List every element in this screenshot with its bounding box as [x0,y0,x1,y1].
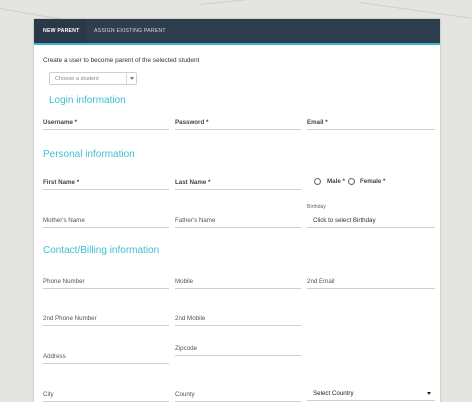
fathers-name-field[interactable]: Father's Name [175,213,301,228]
city-field[interactable]: City [43,387,169,402]
zipcode-label: Zipcode [175,345,198,352]
chevron-down-icon [126,73,136,84]
username-label: Username * [43,119,78,126]
chevron-down-icon [427,392,431,395]
mobile-label: Mobile [175,278,194,285]
username-field[interactable]: Username * [43,115,169,130]
section-title-contact: Contact/Billing information [43,245,160,256]
mothers-name-field[interactable]: Mother's Name [43,213,169,228]
male-label: Male * [327,178,345,185]
second-phone-label: 2nd Phone Number [43,315,97,322]
second-email-field[interactable]: 2nd Email [307,274,435,289]
password-field[interactable]: Password * [175,115,301,130]
female-radio[interactable] [348,178,355,185]
second-mobile-field[interactable]: 2nd Mobile [175,311,301,326]
country-select-value: Select Country [313,390,354,397]
second-phone-field[interactable]: 2nd Phone Number [43,311,169,326]
email-field[interactable]: Email * [307,115,435,130]
female-label: Female * [360,178,386,185]
last-name-field[interactable]: Last Name * [175,175,301,190]
fathers-name-label: Father's Name [175,217,216,224]
background-line [359,2,471,19]
section-title-login: Login information [49,95,126,106]
first-name-label: First Name * [43,179,80,186]
second-email-label: 2nd Email [307,278,335,285]
last-name-label: Last Name * [175,179,211,186]
student-select-placeholder: Choose a student [55,76,99,82]
password-label: Password * [175,119,209,126]
phone-field[interactable]: Phone Number [43,274,169,289]
section-title-personal: Personal information [43,149,135,160]
address-field[interactable]: Address [43,349,169,364]
birthday-field[interactable]: Click to select Birthday [307,213,435,228]
tab-assign-existing-parent[interactable]: ASSIGN EXISTING PARENT [94,19,166,43]
second-mobile-label: 2nd Mobile [175,315,206,322]
background-line [200,0,340,5]
mobile-field[interactable]: Mobile [175,274,301,289]
city-label: City [43,391,54,398]
email-label: Email * [307,119,328,126]
zipcode-field[interactable]: Zipcode [175,341,301,356]
tab-bar: NEW PARENT ASSIGN EXISTING PARENT [34,19,440,45]
birthday-value: Click to select Birthday [313,217,376,224]
intro-text: Create a user to become parent of the se… [43,57,200,64]
male-radio[interactable] [314,178,321,185]
county-label: County [175,391,195,398]
mothers-name-label: Mother's Name [43,217,85,224]
first-name-field[interactable]: First Name * [43,175,169,190]
county-field[interactable]: County [175,387,301,402]
address-label: Address [43,353,66,360]
country-select[interactable]: Select Country [307,386,435,401]
phone-label: Phone Number [43,278,85,285]
parent-form-card: NEW PARENT ASSIGN EXISTING PARENT Create… [34,19,440,402]
student-select[interactable]: Choose a student [49,72,137,85]
tab-new-parent[interactable]: NEW PARENT [43,19,80,43]
birthday-label: Birthday [307,204,327,210]
